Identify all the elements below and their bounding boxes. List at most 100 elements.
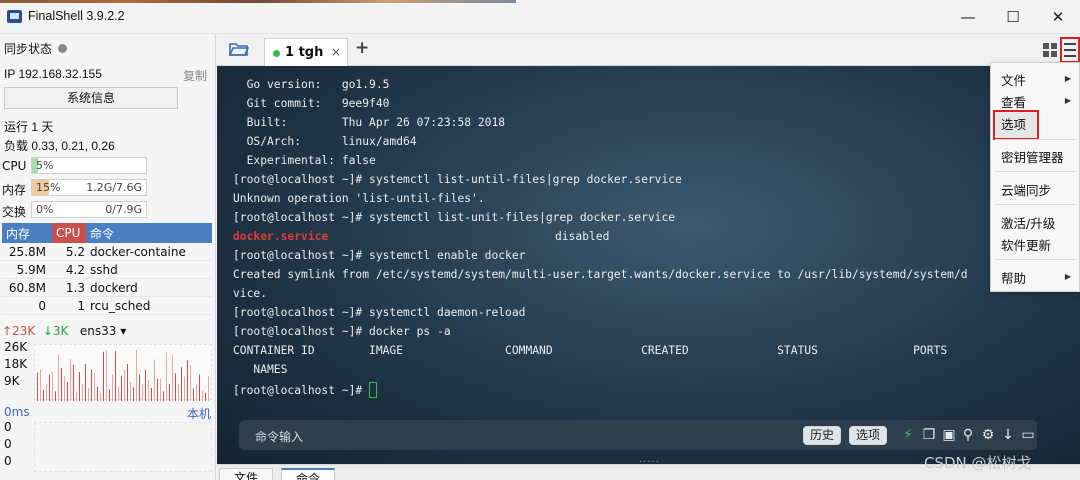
- traffic-bar: [55, 391, 56, 401]
- net-y-label: 26K: [4, 340, 28, 354]
- download-icon[interactable]: ↓: [999, 426, 1017, 444]
- cpu-label: CPU: [2, 159, 27, 173]
- process-row[interactable]: 60.8M 1.3 dockerd: [2, 279, 212, 297]
- close-button[interactable]: ✕: [1043, 6, 1073, 28]
- col-cmd-header[interactable]: 命令: [90, 225, 114, 242]
- traffic-bar: [163, 391, 164, 401]
- network-traffic-chart: [34, 344, 212, 401]
- traffic-bar: [97, 386, 98, 401]
- col-cpu-header[interactable]: CPU: [52, 223, 86, 243]
- lightning-icon[interactable]: ⚡: [899, 426, 917, 444]
- traffic-bar: [49, 374, 50, 401]
- window-icon[interactable]: ▭: [1019, 426, 1037, 444]
- tab-session-label: 1 tgh: [285, 45, 324, 60]
- traffic-bar: [37, 372, 38, 401]
- traffic-bar: [106, 350, 107, 401]
- minimize-button[interactable]: —: [953, 6, 983, 28]
- menu-item-software-update[interactable]: 软件更新: [1001, 235, 1051, 254]
- layout-grid-icon[interactable]: [1043, 43, 1057, 57]
- sync-status-dot-icon: [58, 44, 68, 53]
- command-input-bar[interactable]: 命令输入 历史 选项 ⚡ ❐ ▣ ⚲ ⚙ ↓ ▭: [239, 420, 1037, 450]
- terminal-line-match: docker.service: [233, 230, 329, 243]
- command-input[interactable]: 命令输入: [255, 428, 303, 445]
- tab-session[interactable]: 1 tgh ×: [264, 38, 348, 66]
- title-bar: FinalShell 3.9.2.2 — ☐ ✕: [0, 0, 1080, 34]
- menu-item-view[interactable]: 查看: [1001, 92, 1026, 111]
- tab-close-icon[interactable]: ×: [331, 45, 341, 59]
- tab-files[interactable]: 文件: [219, 468, 274, 480]
- traffic-bar: [88, 387, 89, 401]
- process-row[interactable]: 25.8M 5.2 docker-containe: [2, 243, 212, 261]
- process-mem: 60.8M: [8, 281, 46, 295]
- traffic-bar: [112, 374, 113, 401]
- upload-arrow-icon: ↑: [2, 324, 13, 338]
- finalshell-window: FinalShell 3.9.2.2 — ☐ ✕ 同步状态 IP 192.168…: [0, 0, 1080, 480]
- traffic-bar: [181, 367, 182, 401]
- copy-icon[interactable]: ❐: [920, 426, 938, 444]
- process-row[interactable]: 5.9M 4.2 sshd: [2, 261, 212, 279]
- tab-commands[interactable]: 命令: [281, 468, 336, 480]
- menu-item-key-manager[interactable]: 密钥管理器: [1001, 147, 1064, 166]
- traffic-bar: [160, 378, 161, 401]
- swap-amount: 0/7.9G: [105, 203, 142, 216]
- process-cmd: docker-containe: [90, 245, 186, 259]
- traffic-bar: [46, 383, 47, 401]
- terminal[interactable]: Go version: go1.9.5 Git commit: 9ee9f40 …: [217, 66, 1080, 464]
- ping-y-label: 0: [4, 454, 12, 468]
- menu-divider: [995, 171, 1075, 172]
- col-mem-header[interactable]: 内存: [6, 225, 30, 242]
- gear-icon[interactable]: ⚙: [979, 426, 997, 444]
- menu-item-help[interactable]: 帮助: [1001, 268, 1026, 287]
- ping-host-select[interactable]: 本机: [187, 405, 211, 422]
- mem-amount: 1.2G/7.6G: [86, 181, 142, 194]
- menu-item-activate-upgrade[interactable]: 激活/升级: [1001, 213, 1055, 232]
- terminal-line: [root@localhost ~]# systemctl list-until…: [233, 173, 682, 186]
- traffic-bar: [40, 369, 41, 401]
- terminal-line: CONTAINER ID IMAGE COMMAND CREATED STATU…: [233, 344, 948, 357]
- traffic-bar: [64, 376, 65, 401]
- terminal-line: [root@localhost ~]# systemctl enable doc…: [233, 249, 526, 262]
- traffic-bar: [133, 387, 134, 401]
- ping-chart: [34, 422, 212, 472]
- menu-item-cloud-sync[interactable]: 云端同步: [1001, 180, 1051, 199]
- network-interface-select[interactable]: ens33 ▾: [80, 324, 126, 338]
- watermark: CSDN @松树戈: [924, 454, 1032, 472]
- traffic-bar: [73, 364, 74, 401]
- image-icon[interactable]: ▣: [940, 426, 958, 444]
- menu-item-options[interactable]: 选项: [1001, 114, 1026, 133]
- sync-status-label: 同步状态: [4, 42, 53, 56]
- app-icon: [7, 10, 22, 23]
- sync-status[interactable]: 同步状态: [4, 40, 68, 57]
- main-dropdown-menu: 文件 ▶ 查看 ▶ 选项 密钥管理器 云端同步 激活/升级 软件更新 帮助 ▶: [990, 62, 1080, 292]
- swap-label: 交换: [2, 205, 27, 219]
- traffic-bar: [205, 392, 206, 401]
- terminal-line: [root@localhost ~]# docker ps -a: [233, 325, 451, 338]
- cursor-icon: [369, 382, 378, 398]
- ping-y-label: 0: [4, 437, 12, 451]
- traffic-bar: [70, 359, 71, 401]
- traffic-bar: [172, 354, 173, 401]
- network-traffic-bars: [37, 349, 209, 401]
- new-tab-button[interactable]: +: [355, 38, 369, 58]
- resize-handle-icon[interactable]: .....: [639, 454, 660, 464]
- window-title: FinalShell 3.9.2.2: [28, 9, 125, 23]
- traffic-bar: [124, 369, 125, 401]
- process-row[interactable]: 0 1 rcu_sched: [2, 297, 212, 315]
- terminal-line-status: disabled: [555, 230, 610, 243]
- upload-rate: 23K: [12, 324, 36, 338]
- maximize-button[interactable]: ☐: [998, 6, 1028, 28]
- terminal-prompt: [root@localhost ~]#: [233, 382, 378, 398]
- traffic-bar: [166, 352, 167, 401]
- system-info-button[interactable]: 系统信息: [4, 87, 178, 109]
- menu-item-file[interactable]: 文件: [1001, 70, 1026, 89]
- desktop-strip: [0, 0, 516, 3]
- network-header: ↑23K ↓3K ens33 ▾: [2, 324, 126, 338]
- options-button[interactable]: 选项: [849, 426, 888, 445]
- process-cpu: 1.3: [65, 281, 85, 295]
- hamburger-menu-icon[interactable]: [1060, 37, 1080, 63]
- submenu-arrow-icon: ▶: [1064, 74, 1071, 83]
- folder-icon[interactable]: [229, 41, 249, 57]
- search-icon[interactable]: ⚲: [959, 426, 977, 444]
- history-button[interactable]: 历史: [803, 426, 842, 445]
- copy-ip-link[interactable]: 复制: [183, 67, 207, 84]
